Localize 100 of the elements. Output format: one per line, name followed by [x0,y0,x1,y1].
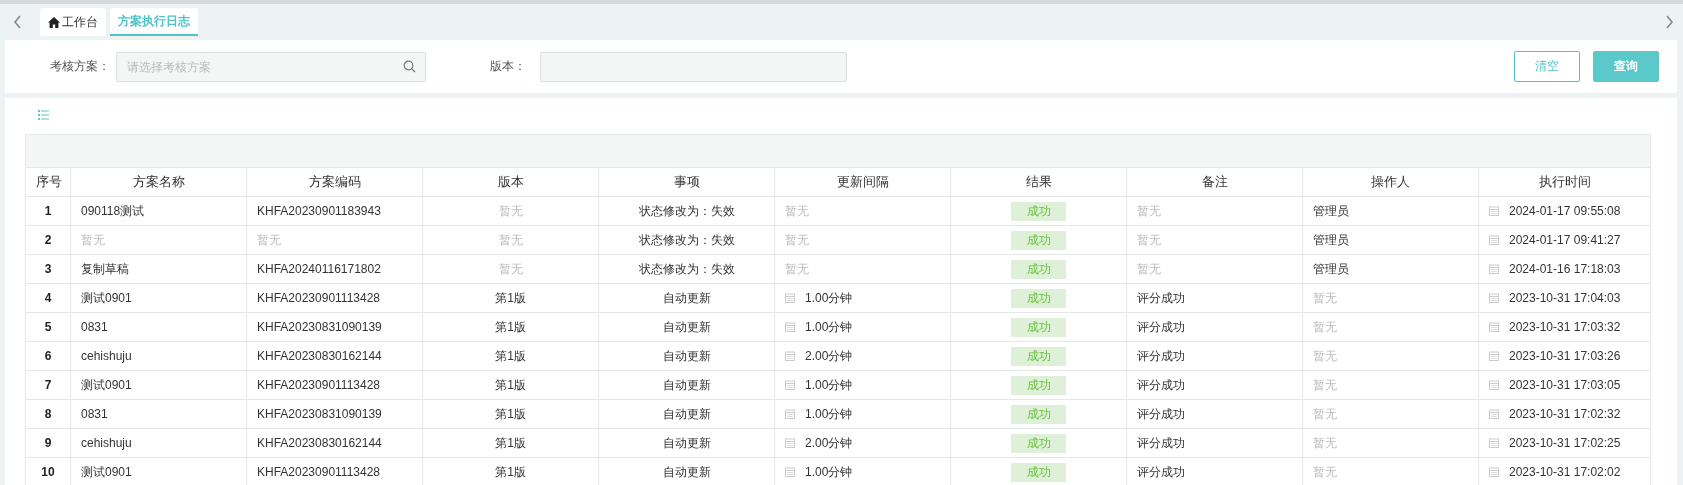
table-cell: 第1版 [422,370,599,400]
table-cell: 评分成功 [1126,370,1303,400]
table-cell: 状态修改为：失效 [598,225,775,255]
table-cell: 状态修改为：失效 [598,254,775,284]
tab[interactable]: 方案执行日志 [110,8,198,36]
table-cell: KHFA20240116171802 [246,254,423,284]
table-cell-text: 1.00分钟 [805,405,853,423]
column-header: 备注 [1126,167,1303,197]
table-cell-text: 1.00分钟 [805,289,853,307]
table-cell: 暂无 [774,225,951,255]
table-cell: 自动更新 [598,370,775,400]
table-cell: cehishuju [70,341,247,371]
table-cell: 第1版 [422,283,599,313]
table-cell-text: 2023-10-31 17:02:32 [1509,406,1621,421]
table-cell: 090118测试 [70,196,247,226]
table-cell: 自动更新 [598,341,775,371]
field-label: 版本： [490,58,526,75]
table-cell: 第1版 [422,399,599,429]
table-cell: 测试0901 [70,370,247,400]
table-cell: 10 [25,457,71,485]
status-badge: 成功 [1011,259,1066,279]
table-cell: 状态修改为：失效 [598,196,775,226]
table-cell-text: 1.00分钟 [805,463,853,481]
table-cell: 管理员 [1302,196,1479,226]
table-cell: 1 [25,196,71,226]
table-cell: 3 [25,254,71,284]
query-button[interactable]: 查询 [1593,51,1659,82]
table-cell: KHFA20230901113428 [246,283,423,313]
table-cell: 暂无 [774,196,951,226]
table-cell: 暂无 [1302,283,1479,313]
calendar-icon [1489,263,1499,274]
table-cell-text: 2024-01-16 17:18:03 [1509,261,1621,276]
calendar-icon [785,409,795,419]
field-label: 考核方案： [49,58,110,75]
table-cell: 评分成功 [1126,428,1303,458]
column-header: 更新间隔 [774,167,951,197]
table-cell: 自动更新 [598,399,775,429]
calendar-icon [785,351,795,361]
table-cell: KHFA20230901183943 [246,196,423,226]
calendar-icon [1489,350,1499,361]
table-cell: 暂无 [1302,312,1479,342]
table-cell-text: 2023-10-31 17:02:25 [1509,435,1621,450]
table-cell: 暂无 [422,254,599,284]
calendar-icon [1489,205,1499,216]
status-badge: 成功 [1011,288,1066,308]
table-cell: 自动更新 [598,312,775,342]
clear-button[interactable]: 清空 [1514,51,1580,82]
table-cell: 0831 [70,399,247,429]
table-cell: 暂无 [1302,428,1479,458]
column-header: 操作人 [1302,167,1479,197]
table-cell-text: 2.00分钟 [805,434,853,452]
table-cell: 管理员 [1302,225,1479,255]
status-badge: 成功 [1011,201,1066,221]
table-cell: 暂无 [422,196,599,226]
table-cell-text: 2024-01-17 09:41:27 [1509,232,1621,247]
table-cell: 7 [25,370,71,400]
table-cell: KHFA20230831090139 [246,312,423,342]
table-cell-text: 2023-10-31 17:03:05 [1509,377,1621,392]
table-cell: 0831 [70,312,247,342]
status-badge: 成功 [1011,346,1066,366]
table-cell: 8 [25,399,71,429]
table-cell: 暂无 [1126,254,1303,284]
calendar-icon [785,322,795,332]
table-cell-text: 2023-10-31 17:03:32 [1509,319,1621,334]
table-cell: 暂无 [774,254,951,284]
column-header: 执行时间 [1478,167,1651,197]
table-cell: 自动更新 [598,428,775,458]
column-header: 版本 [422,167,599,197]
calendar-icon [1489,321,1499,332]
calendar-icon [1489,234,1499,245]
table-cell: 第1版 [422,312,599,342]
table-cell: 暂无 [1302,341,1479,371]
table-cell: KHFA20230901113428 [246,370,423,400]
table-cell: KHFA20230831090139 [246,399,423,429]
status-badge: 成功 [1011,433,1066,453]
calendar-icon [1489,466,1499,477]
table-cell: 5 [25,312,71,342]
version-field[interactable] [540,51,847,82]
status-badge: 成功 [1011,375,1066,395]
status-badge: 成功 [1011,404,1066,424]
table-cell: 暂无 [1126,225,1303,255]
table-cell: cehishuju [70,428,247,458]
table-cell: 第1版 [422,428,599,458]
column-header: 方案名称 [70,167,247,197]
search-icon[interactable] [403,59,416,73]
table-cell: 暂无 [246,225,423,255]
table-cell-text: 2.00分钟 [805,347,853,365]
calendar-icon [1489,379,1499,390]
table-cell: KHFA20230830162144 [246,341,423,371]
column-header: 结果 [950,167,1127,197]
table-cell: 2 [25,225,71,255]
table-cell: 暂无 [70,225,247,255]
status-badge: 成功 [1011,462,1066,482]
table-cell: 暂无 [422,225,599,255]
table-cell: 自动更新 [598,283,775,313]
column-header: 序号 [25,167,71,197]
tab[interactable]: 工作台 [40,8,106,36]
table-cell: 复制草稿 [70,254,247,284]
list-icon[interactable] [38,110,49,120]
calendar-icon [785,467,795,477]
